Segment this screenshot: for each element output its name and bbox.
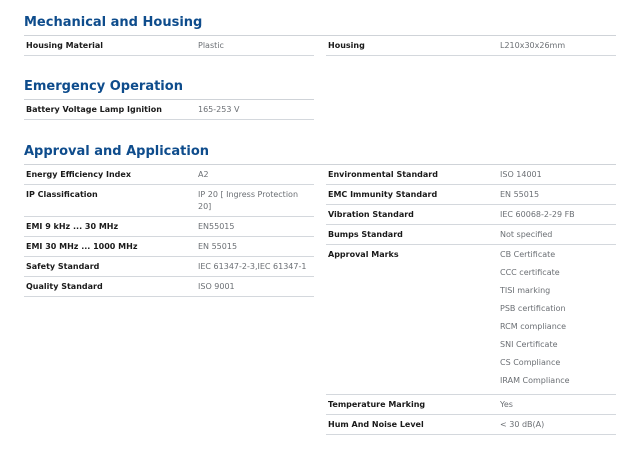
spec-value: Plastic: [198, 41, 224, 50]
spec-row: EMI 30 MHz ... 1000 MHz EN 55015: [24, 237, 314, 257]
spec-column-right: Housing L210x30x26mm: [326, 36, 616, 56]
spec-row: Safety Standard IEC 61347-2-3,IEC 61347-…: [24, 257, 314, 277]
spec-label: Temperature Marking: [328, 400, 426, 409]
spec-label: Housing: [328, 41, 365, 50]
spec-row: Temperature Marking Yes: [326, 395, 616, 415]
spec-row: EMI 9 kHz ... 30 MHz EN55015: [24, 217, 314, 237]
spec-label: Bumps Standard: [328, 230, 403, 239]
spec-row: Hum And Noise Level < 30 dB(A): [326, 415, 616, 435]
spec-row: Housing L210x30x26mm: [326, 36, 616, 56]
spec-row: Battery Voltage Lamp Ignition 165-253 V: [24, 100, 314, 120]
section-title: Approval and Application: [24, 144, 210, 159]
spec-row: Bumps Standard Not specified: [326, 225, 616, 245]
spec-label: Quality Standard: [26, 282, 103, 291]
spec-column-left: Energy Efficiency Index A2 IP Classifica…: [24, 165, 314, 435]
spec-row: Vibration Standard IEC 60068-2-29 FB: [326, 205, 616, 225]
spec-columns: Housing Material Plastic Housing L210x30…: [24, 36, 616, 56]
section-emergency-operation: Emergency Operation Battery Voltage Lamp…: [24, 78, 616, 120]
spec-value: IEC 60068-2-29 FB: [500, 210, 575, 219]
spec-value: EN 55015: [500, 190, 540, 199]
spec-column-right: Environmental Standard ISO 14001 EMC Imm…: [326, 165, 616, 435]
spec-value: L210x30x26mm: [500, 41, 566, 50]
spec-value: A2: [198, 170, 209, 179]
spec-label: EMI 30 MHz ... 1000 MHz: [26, 242, 138, 251]
spec-columns: Energy Efficiency Index A2 IP Classifica…: [24, 165, 616, 435]
spec-row: Housing Material Plastic: [24, 36, 314, 56]
section-title: Emergency Operation: [24, 79, 183, 94]
spec-label: Vibration Standard: [328, 210, 414, 219]
approval-marks-list: CB Certificate CCC certificate TISI mark…: [500, 249, 616, 393]
spec-value: EN55015: [198, 222, 235, 231]
approval-mark-item: RCM compliance: [500, 322, 567, 331]
spec-label: Environmental Standard: [328, 170, 438, 179]
spec-value: IEC 61347-2-3,IEC 61347-1: [198, 262, 307, 271]
spec-row: IP Classification IP 20 [ Ingress Protec…: [24, 185, 314, 217]
spec-label: Safety Standard: [26, 262, 100, 271]
spec-value: IP 20 [ Ingress Protection 20]: [198, 190, 299, 211]
approval-mark-item: IRAM Compliance: [500, 376, 570, 385]
section-title: Mechanical and Housing: [24, 15, 203, 30]
spec-row: Environmental Standard ISO 14001: [326, 165, 616, 185]
spec-value: Not specified: [500, 230, 553, 239]
spec-label: Hum And Noise Level: [328, 420, 424, 429]
spec-value: < 30 dB(A): [500, 420, 545, 429]
spec-row: Quality Standard ISO 9001: [24, 277, 314, 297]
spec-label: Approval Marks: [328, 250, 399, 259]
spec-label: IP Classification: [26, 190, 98, 199]
spec-label: EMI 9 kHz ... 30 MHz: [26, 222, 119, 231]
section-mechanical-housing: Mechanical and Housing Housing Material …: [24, 14, 616, 56]
spec-value: ISO 9001: [198, 282, 235, 291]
spec-value: Yes: [500, 400, 513, 409]
spec-label: Battery Voltage Lamp Ignition: [26, 105, 162, 114]
section-approval-application: Approval and Application Energy Efficien…: [24, 143, 616, 435]
spec-row: EMC Immunity Standard EN 55015: [326, 185, 616, 205]
approval-mark-item: SNI Certificate: [500, 340, 558, 349]
approval-mark-item: TISI marking: [500, 286, 551, 295]
spec-columns: Battery Voltage Lamp Ignition 165-253 V: [24, 100, 616, 120]
spec-column-left: Battery Voltage Lamp Ignition 165-253 V: [24, 100, 314, 120]
approval-marks-row: Approval Marks CB Certificate CCC certif…: [326, 245, 616, 395]
spec-column-left: Housing Material Plastic: [24, 36, 314, 56]
spec-value: ISO 14001: [500, 170, 542, 179]
approval-mark-item: PSB certification: [500, 304, 566, 313]
spec-value: EN 55015: [198, 242, 238, 251]
spec-label: Housing Material: [26, 41, 104, 50]
spec-label: Energy Efficiency Index: [26, 170, 131, 179]
spec-row: Energy Efficiency Index A2: [24, 165, 314, 185]
spec-value: 165-253 V: [198, 105, 240, 114]
approval-mark-item: CCC certificate: [500, 268, 560, 277]
spec-label: EMC Immunity Standard: [328, 190, 438, 199]
approval-mark-item: CS Compliance: [500, 358, 561, 367]
approval-mark-item: CB Certificate: [500, 250, 556, 259]
